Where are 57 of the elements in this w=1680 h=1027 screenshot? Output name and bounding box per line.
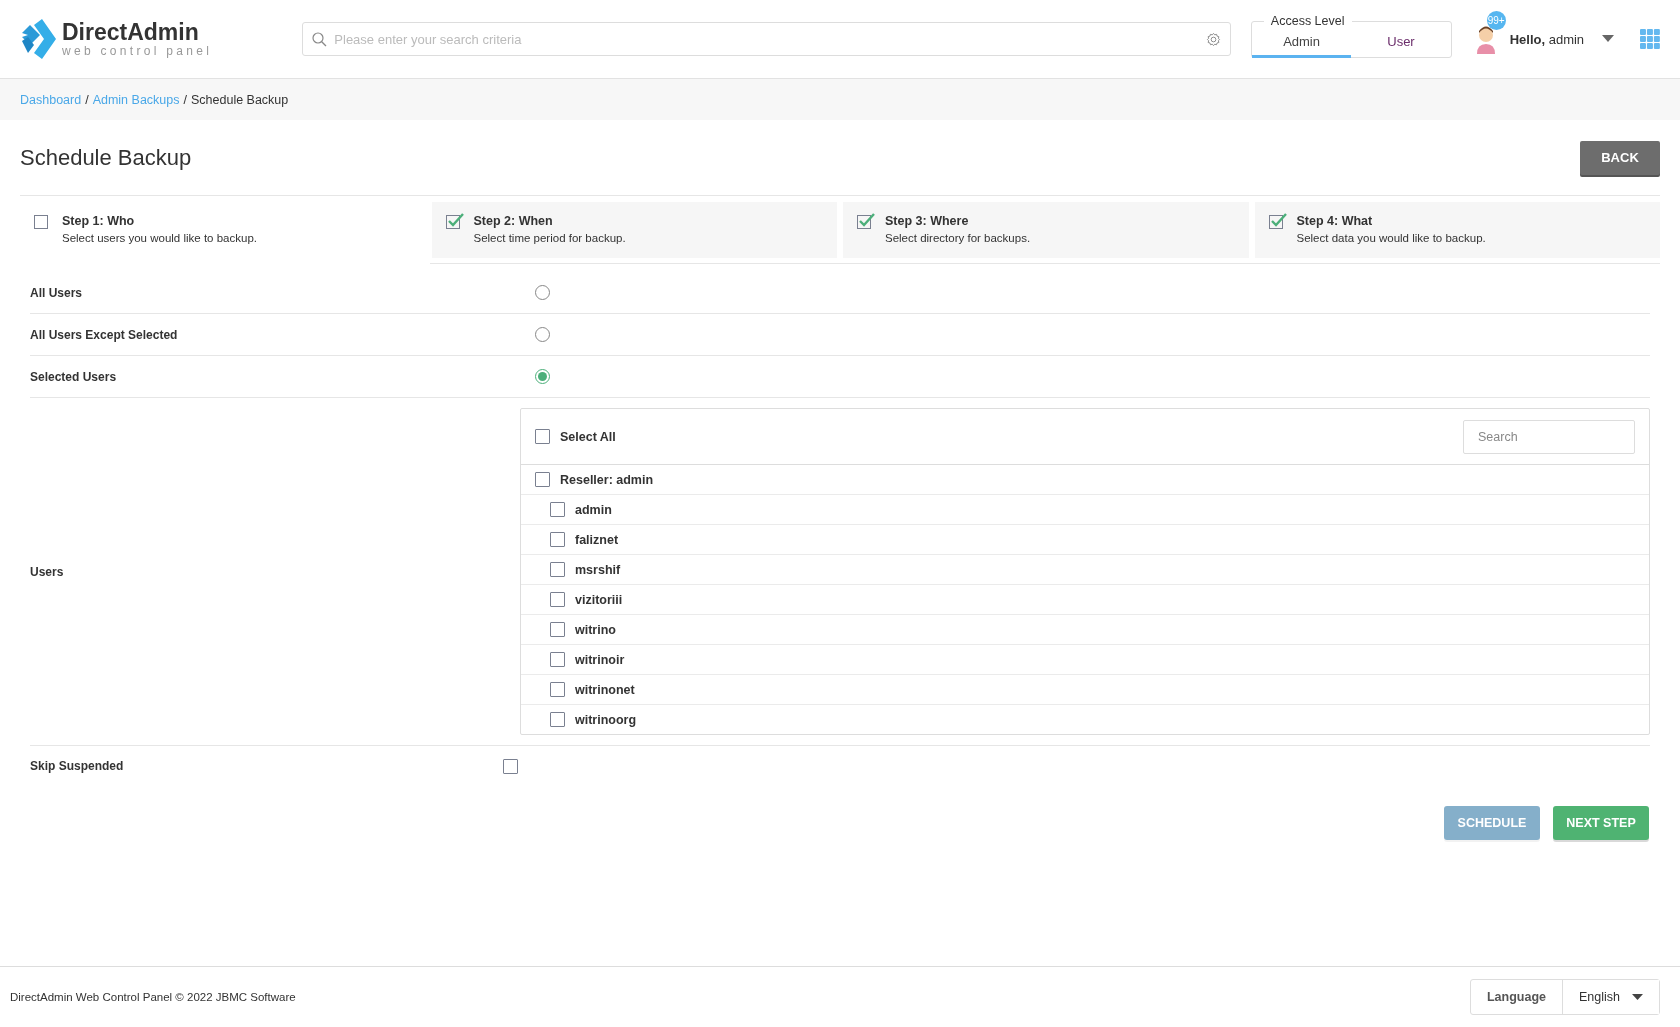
checkbox[interactable] [503, 758, 518, 774]
select-all-label[interactable]: Select All [560, 429, 616, 444]
user-name[interactable]: witrinonet [575, 682, 635, 697]
user-name[interactable]: admin [575, 502, 612, 517]
checkbox[interactable] [550, 682, 565, 697]
user-greeting[interactable]: Hello, admin [1509, 31, 1585, 47]
breadcrumb-separator: / [85, 92, 89, 107]
option-label: All Users Except Selected [30, 327, 179, 342]
checkbox[interactable] [535, 429, 550, 444]
step-description: Select directory for backups. [885, 232, 1031, 244]
access-level-label: Access Level [1269, 14, 1346, 28]
wizard-step[interactable]: Step 4: What Select data you would like to backup. [1254, 202, 1660, 258]
step-title: Step 2: When [473, 214, 554, 228]
page-title: Schedule Backup [20, 144, 192, 171]
user-name[interactable]: witrinoir [575, 652, 625, 667]
step-title: Step 3: Where [885, 214, 970, 228]
user-search-field[interactable]: Search [1463, 419, 1635, 454]
checkbox[interactable] [550, 502, 565, 517]
checkbox[interactable] [550, 652, 565, 667]
logo-text: DirectAdmin [62, 21, 200, 44]
breadcrumb-separator: / [183, 92, 187, 107]
caret-icon[interactable] [1602, 35, 1615, 43]
user-name[interactable]: witrino [575, 622, 616, 637]
breadcrumb-current: Schedule Backup [191, 92, 289, 107]
checkbox[interactable] [550, 562, 565, 577]
users-label: Users [30, 564, 65, 579]
checkbox[interactable] [550, 712, 565, 727]
option-label: All Users [30, 285, 84, 300]
logo-tagline: web control panel [62, 45, 213, 57]
user-name[interactable]: witrinoorg [575, 712, 637, 727]
notification-badge: 99+ [1486, 11, 1506, 30]
user-name[interactable]: msrshif [575, 562, 621, 577]
settings-icon[interactable] [1205, 32, 1221, 47]
user-name[interactable]: Reseller: admin [560, 472, 654, 487]
step-description: Select time period for backup. [473, 232, 626, 244]
step-description: Select users you would like to backup. [62, 232, 257, 244]
checkbox[interactable] [550, 532, 565, 547]
skip-suspended-label: Skip Suspended [30, 759, 125, 773]
step-title: Step 1: Who [62, 214, 136, 228]
step-description: Select data you would like to backup. [1296, 232, 1486, 244]
back-button[interactable]: BACK [1580, 140, 1660, 175]
option-label: Selected Users [30, 369, 118, 384]
step-title: Step 4: What [1296, 214, 1374, 228]
access-level-tab[interactable]: Admin [1251, 28, 1352, 58]
search-field[interactable]: Please enter your search criteria [302, 22, 1231, 56]
checkbox[interactable] [550, 592, 565, 607]
apps-grid-icon[interactable] [1640, 29, 1660, 49]
checkbox[interactable] [535, 472, 550, 487]
wizard-step[interactable]: Step 3: Where Select directory for backups. [843, 202, 1249, 258]
access-level-tab[interactable]: User [1351, 28, 1451, 58]
user-name[interactable]: faliznet [575, 532, 619, 547]
checkbox[interactable] [550, 622, 565, 637]
copyright-text: DirectAdmin Web Control Panel © 2022 JBMC Software [10, 991, 296, 1003]
user-name[interactable]: vizitoriii [575, 592, 623, 607]
search-icon [312, 32, 328, 47]
wizard-step[interactable]: Step 2: When Select time period for backup. [431, 202, 837, 258]
logo-icon [20, 19, 56, 59]
